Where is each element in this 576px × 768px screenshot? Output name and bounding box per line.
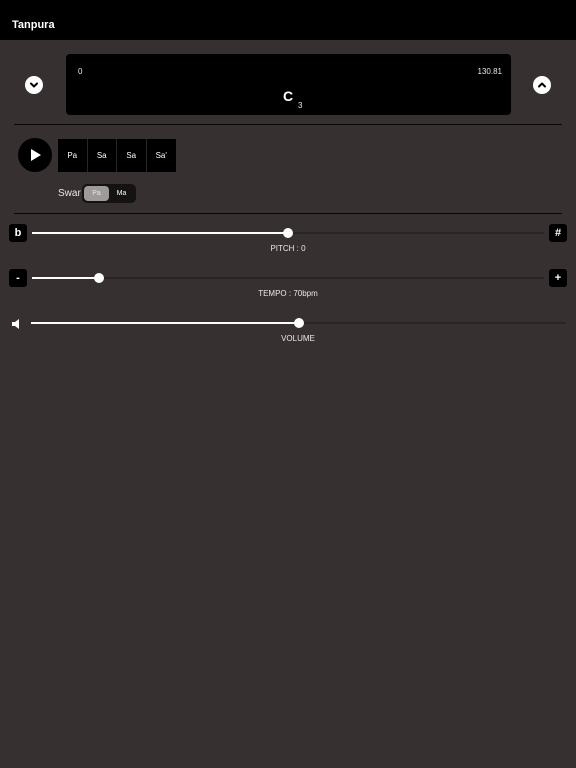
swar-option-ma[interactable]: Ma (109, 186, 134, 201)
swar-option-pa[interactable]: Pa (84, 186, 109, 201)
octave-up-button[interactable] (533, 76, 551, 94)
swar-toggle: Pa Ma (82, 184, 136, 203)
string-button-3[interactable]: Sa (117, 139, 147, 172)
swar-label: Swar (58, 188, 81, 199)
pitch-slider-fill (32, 232, 288, 234)
volume-slider[interactable] (31, 318, 566, 328)
play-icon (31, 149, 41, 161)
tempo-slider[interactable] (32, 273, 544, 283)
divider-middle (14, 213, 562, 214)
string-selector: Pa Sa Sa Sa' (58, 139, 176, 172)
string-button-2[interactable]: Sa (88, 139, 117, 172)
tempo-decrease-button[interactable]: - (9, 269, 27, 287)
volume-slider-fill (31, 322, 299, 324)
divider-top (14, 124, 562, 125)
pitch-slider[interactable] (32, 228, 544, 238)
pitch-caption: PITCH : 0 (270, 244, 306, 253)
tempo-slider-fill (32, 277, 99, 279)
app-title: Tanpura (12, 19, 55, 31)
tempo-slider-thumb[interactable] (93, 273, 104, 283)
pitch-increase-button[interactable]: # (549, 224, 567, 242)
pitch-display: 0 130.81 C 3 (66, 54, 511, 115)
speaker-icon (12, 319, 19, 329)
pitch-slider-thumb[interactable] (283, 228, 293, 238)
title-bar: Tanpura (0, 0, 576, 40)
octave-down-button[interactable] (25, 76, 43, 94)
chevron-down-icon (30, 82, 38, 88)
range-min-label: 0 (78, 67, 83, 76)
string-button-4[interactable]: Sa' (147, 139, 177, 172)
chevron-up-icon (538, 82, 546, 88)
tempo-increase-button[interactable]: + (549, 269, 567, 287)
volume-caption: VOLUME (281, 334, 315, 343)
volume-slider-thumb[interactable] (293, 318, 304, 328)
play-button[interactable] (18, 138, 52, 172)
range-max-label: 130.81 (477, 67, 502, 76)
pitch-decrease-button[interactable]: b (9, 224, 27, 242)
note-octave: 3 (298, 101, 303, 110)
tempo-caption: TEMPO : 70bpm (258, 289, 318, 298)
note-name: C (283, 88, 294, 104)
string-button-1[interactable]: Pa (58, 139, 88, 172)
